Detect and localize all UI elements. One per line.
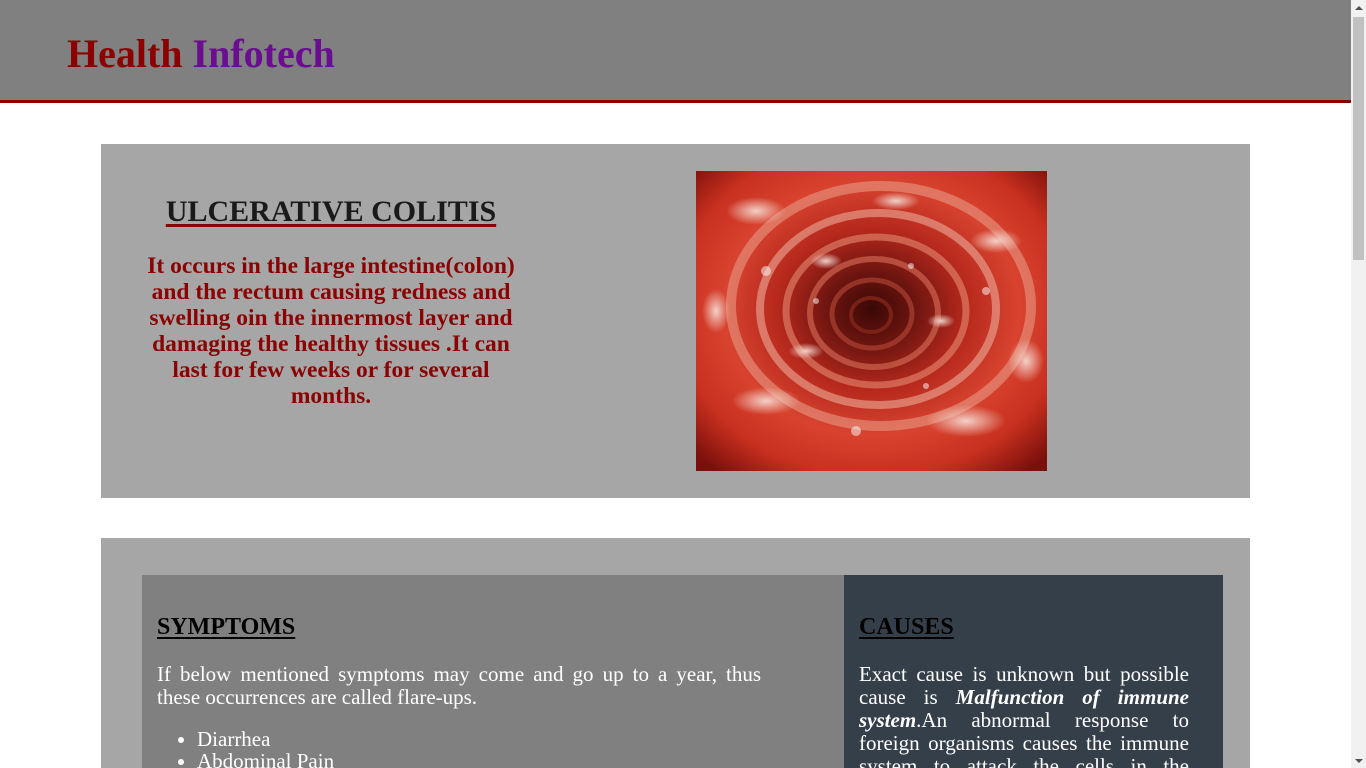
symptoms-heading: SYMPTOMS — [157, 614, 296, 640]
colon-image-graphic — [696, 171, 1047, 471]
scrollbar-thumb[interactable] — [1353, 17, 1364, 260]
scroll-down-icon[interactable] — [1351, 753, 1366, 768]
scroll-up-icon[interactable] — [1351, 0, 1366, 15]
brand-infotech: Infotech — [192, 31, 335, 76]
info-section: SYMPTOMS If below mentioned symptoms may… — [101, 538, 1250, 768]
symptom-item: Abdominal Pain — [197, 750, 334, 768]
hero-description: It occurs in the large intestine(colon) … — [147, 253, 515, 409]
symptoms-intro: If below mentioned symptoms may come and… — [157, 662, 761, 709]
brand-health: Health — [67, 31, 183, 76]
symptoms-panel: SYMPTOMS If below mentioned symptoms may… — [142, 575, 844, 768]
site-logo[interactable]: Health Infotech — [67, 31, 335, 77]
causes-heading: CAUSES — [859, 614, 954, 640]
causes-text: Exact cause is unknown but possible caus… — [859, 663, 1189, 768]
page: Health Infotech ULCERATIVE COLITIS It oc… — [0, 0, 1351, 768]
causes-panel: CAUSES Exact cause is unknown but possib… — [844, 575, 1223, 768]
page-title: ULCERATIVE COLITIS — [165, 195, 497, 228]
vertical-scrollbar[interactable] — [1351, 0, 1366, 768]
colon-endoscopy-image — [696, 171, 1047, 471]
symptom-item: Diarrhea — [197, 728, 334, 750]
site-header: Health Infotech — [0, 0, 1351, 103]
symptoms-list: Diarrhea Abdominal Pain — [157, 728, 334, 768]
hero-section: ULCERATIVE COLITIS It occurs in the larg… — [101, 144, 1250, 498]
